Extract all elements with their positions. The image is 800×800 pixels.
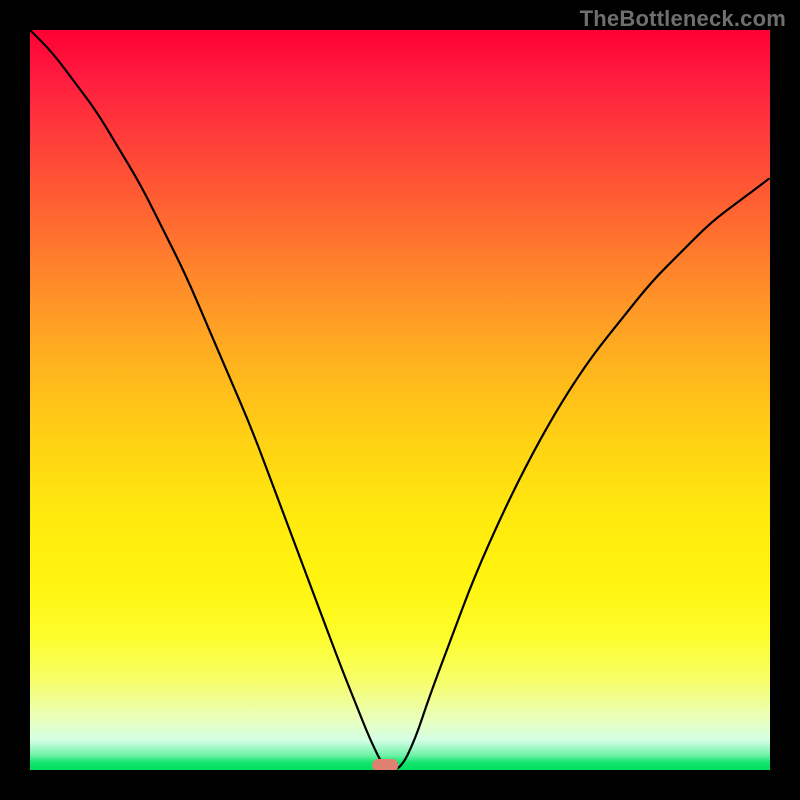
bottleneck-curve-path <box>30 30 770 770</box>
chart-stage: TheBottleneck.com <box>0 0 800 800</box>
plot-area <box>30 30 770 770</box>
min-marker <box>372 759 398 770</box>
watermark-text: TheBottleneck.com <box>580 6 786 32</box>
curve-svg <box>30 30 770 770</box>
